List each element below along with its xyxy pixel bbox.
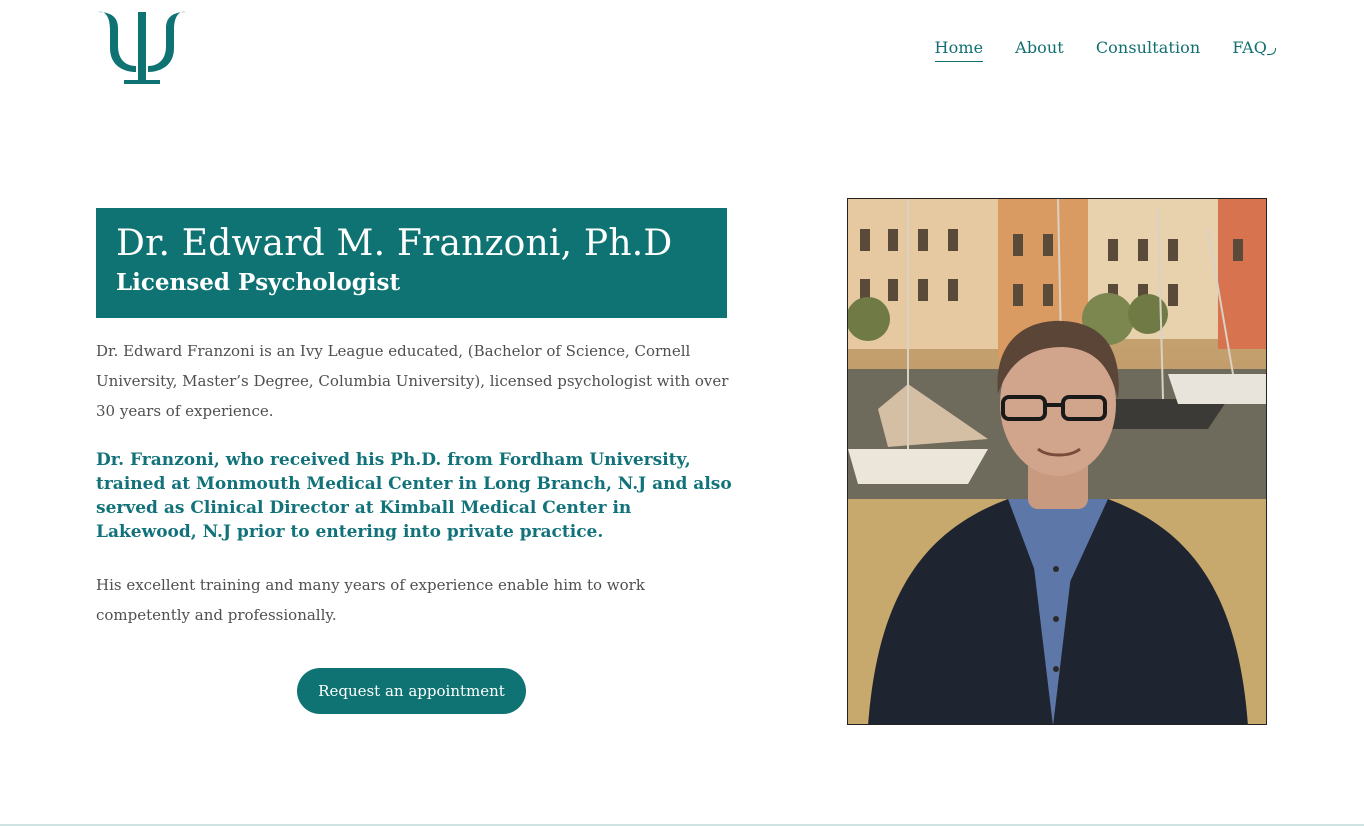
page-subtitle: Licensed Psychologist bbox=[116, 269, 401, 296]
nav-consultation-link[interactable]: Consultation bbox=[1096, 38, 1200, 61]
doctor-portrait-photo bbox=[847, 198, 1267, 725]
request-appointment-button[interactable]: Request an appointment bbox=[297, 668, 526, 714]
nav-faq-link[interactable]: FAQ bbox=[1232, 38, 1276, 61]
nav-faq-label: FAQ bbox=[1232, 38, 1267, 57]
bio-paragraph-3: His excellent training and many years of… bbox=[96, 576, 645, 624]
bio-paragraph-1: Dr. Edward Franzoni is an Ivy League edu… bbox=[96, 342, 729, 420]
faq-decoration bbox=[1267, 48, 1276, 55]
nav-about-link[interactable]: About bbox=[1015, 38, 1064, 61]
page-title: Dr. Edward M. Franzoni, Ph.D bbox=[116, 223, 673, 264]
main-nav: Home About Consultation FAQ bbox=[934, 38, 1276, 62]
psi-logo-icon[interactable] bbox=[96, 8, 188, 88]
nav-home-link[interactable]: Home bbox=[934, 38, 984, 62]
bio-paragraph-2: Dr. Franzoni, who received his Ph.D. fro… bbox=[96, 450, 732, 542]
hero-banner: Dr. Edward M. Franzoni, Ph.D Licensed Ps… bbox=[96, 208, 727, 318]
